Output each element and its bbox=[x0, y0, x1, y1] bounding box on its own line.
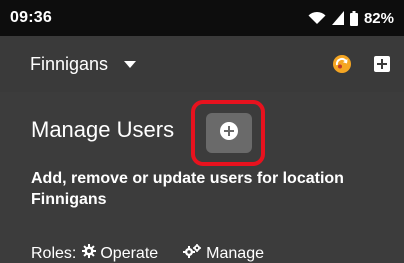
app-actions bbox=[332, 54, 390, 74]
role-operate-label: Operate bbox=[100, 244, 159, 262]
description-text: Add, remove or update users for location… bbox=[31, 170, 344, 208]
roles-row: Roles: Operate Manage bbox=[31, 244, 282, 263]
status-indicators: 82% bbox=[308, 10, 394, 27]
battery-percent: 82% bbox=[363, 9, 394, 27]
wifi-icon bbox=[308, 11, 326, 25]
status-bar: 09:36 82% bbox=[0, 0, 404, 36]
status-time: 09:36 bbox=[10, 9, 52, 26]
title-row: Manage Users bbox=[31, 117, 174, 143]
gear-icon bbox=[82, 244, 97, 263]
add-icon[interactable] bbox=[374, 56, 390, 72]
caret-down-icon bbox=[124, 55, 137, 73]
location-dropdown[interactable]: Finnigans bbox=[30, 53, 137, 75]
location-name: Finnigans bbox=[30, 53, 109, 74]
signal-icon bbox=[331, 11, 344, 25]
roles-label: Roles: bbox=[31, 244, 77, 262]
role-operate: Operate bbox=[82, 244, 158, 263]
app-bar: Finnigans bbox=[0, 36, 404, 92]
battery-icon bbox=[349, 10, 358, 26]
manage-users-panel: Manage Users Add, remove or update users… bbox=[0, 92, 404, 262]
role-manage-label: Manage bbox=[206, 244, 264, 262]
role-manage: Manage bbox=[182, 244, 264, 263]
page-title: Manage Users bbox=[31, 117, 175, 142]
sync-icon[interactable] bbox=[332, 54, 352, 74]
add-user-button[interactable] bbox=[206, 113, 252, 153]
plus-circle-icon bbox=[220, 121, 238, 145]
gears-icon bbox=[182, 244, 202, 263]
